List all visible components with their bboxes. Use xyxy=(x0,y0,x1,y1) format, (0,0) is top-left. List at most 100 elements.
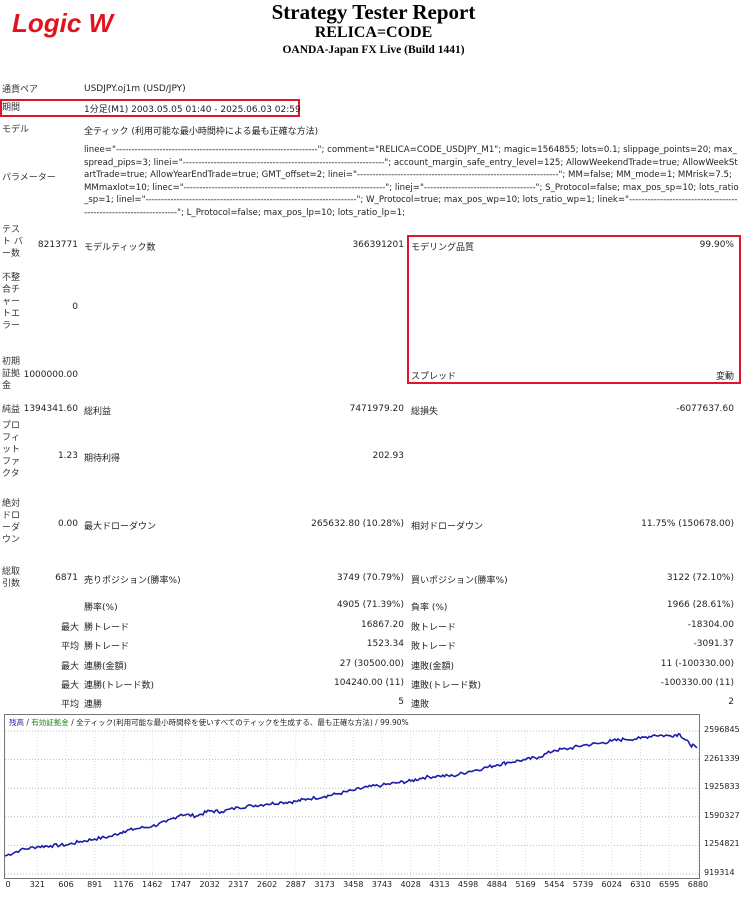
x-tick-label: 0 xyxy=(5,880,11,889)
balance-line xyxy=(5,733,698,857)
loss-rate-label: 負率 (%) xyxy=(411,603,448,613)
x-tick-label: 2887 xyxy=(285,880,306,889)
report-title: Strategy Tester Report xyxy=(271,0,476,24)
avg-cons-losses-value: 2 xyxy=(728,697,734,707)
y-tick-label: 2261339 xyxy=(704,753,740,763)
symbol-label: 通貨ペア xyxy=(2,85,39,95)
profit-factor-value: 1.23 xyxy=(57,451,78,461)
net-profit-value: 1394341.60 xyxy=(23,404,78,414)
y-tick-label: 1925833 xyxy=(704,782,740,792)
mismatch-label: 不整合チャートエラー xyxy=(2,273,21,331)
y-tick-label: 2596845 xyxy=(704,725,740,734)
x-tick-label: 2602 xyxy=(256,880,278,889)
x-tick-label: 1176 xyxy=(113,880,134,889)
avg-win-value: 1523.34 xyxy=(366,639,404,649)
loss-rate-value: 1966 (28.61%) xyxy=(666,600,734,610)
x-tick-label: 1747 xyxy=(170,880,192,889)
model-ticks-value: 366391201 xyxy=(352,240,404,250)
x-tick-label: 321 xyxy=(29,880,45,889)
x-tick-label: 4028 xyxy=(400,880,421,889)
avg-loss-label: 敗トレード xyxy=(411,642,457,652)
legend-model: 全ティック(利用可能な最小時間枠を使いすべてのティックを生成する、最も正確な方法… xyxy=(76,718,373,727)
max-cons-losses-label: 連敗(金額) xyxy=(411,662,455,672)
rel-drawdown-label: 相対ドローダウン xyxy=(411,522,484,532)
x-tick-label: 1462 xyxy=(142,880,163,889)
max-cons-losses-value: 11 (-100330.00) xyxy=(660,659,734,669)
avg-cons-losses-label: 連敗 xyxy=(411,700,430,710)
rel-drawdown-value: 11.75% (150678.00) xyxy=(641,519,734,529)
largest-win-value: 16867.20 xyxy=(361,620,404,630)
y-tick-label: 1254821 xyxy=(704,839,740,849)
chart-frame: 残高 / 有効証拠金 / 全ティック(利用可能な最小時間枠を使いすべてのティック… xyxy=(4,714,700,879)
avg-prefix: 平均 xyxy=(61,642,80,652)
legend-quality: 99.90% xyxy=(380,718,409,727)
avg-win-label: 勝トレード xyxy=(84,642,130,652)
max-cons-loss-value: -100330.00 (11) xyxy=(660,678,734,688)
gross-profit-value: 7471979.20 xyxy=(349,404,404,414)
period-value: 1分足(M1) 2003.05.05 01:40 - 2025.06.03 02… xyxy=(84,105,301,115)
model-quality-value: 99.90% xyxy=(699,240,734,250)
gross-loss-value: -6077637.60 xyxy=(676,404,734,414)
spread-label: スプレッド xyxy=(411,372,457,382)
y-tick-label: 1590327 xyxy=(704,810,740,820)
server-name: OANDA-Japan FX Live (Build 1441) xyxy=(282,44,465,56)
mismatch-value: 0 xyxy=(72,302,78,312)
max-drawdown-value: 265632.80 (10.28%) xyxy=(311,519,404,529)
x-tick-label: 2032 xyxy=(199,880,220,889)
max-cons-profit-value: 104240.00 (11) xyxy=(333,678,404,688)
x-tick-label: 3173 xyxy=(314,880,335,889)
short-positions-value: 3749 (70.79%) xyxy=(336,573,404,583)
x-tick-label: 4884 xyxy=(486,880,508,889)
x-tick-label: 4313 xyxy=(429,880,450,889)
max-cons-profit-label: 連勝(トレード数) xyxy=(84,681,155,691)
chart-legend: 残高 / 有効証拠金 / 全ティック(利用可能な最小時間枠を使いすべてのティック… xyxy=(9,718,409,727)
gross-loss-label: 総損失 xyxy=(411,407,439,417)
expected-payoff-label: 期待利得 xyxy=(84,454,121,464)
model-quality-highlight xyxy=(407,235,741,384)
model-quality-label: モデリング品質 xyxy=(411,243,475,253)
short-positions-label: 売りポジション(勝率%) xyxy=(84,576,181,586)
symbol-value: USDJPY.oj1m (USD/JPY) xyxy=(84,84,186,94)
x-tick-label: 5169 xyxy=(515,880,536,889)
model-label: モデル xyxy=(2,125,30,135)
ea-name: RELICA=CODE xyxy=(314,24,433,41)
x-tick-label: 3458 xyxy=(343,880,364,889)
expected-payoff-value: 202.93 xyxy=(372,451,405,461)
max-cons-loss-label: 連敗(トレード数) xyxy=(411,681,482,691)
long-positions-value: 3122 (72.10%) xyxy=(666,573,734,583)
x-tick-label: 5739 xyxy=(572,880,594,889)
largest-win-label: 勝トレード xyxy=(84,623,130,633)
max-prefix-2: 最大 xyxy=(61,662,80,672)
max-cons-wins-value: 27 (30500.00) xyxy=(339,659,404,669)
long-positions-label: 買いポジション(勝率%) xyxy=(411,576,508,586)
avg-prefix-2: 平均 xyxy=(61,700,80,710)
x-tick-label: 3743 xyxy=(371,880,393,889)
avg-loss-value: -3091.37 xyxy=(693,639,734,649)
avg-cons-wins-label: 連勝 xyxy=(84,700,103,710)
x-tick-label: 606 xyxy=(58,880,74,889)
deposit-value: 1000000.00 xyxy=(23,370,78,380)
test-bars-label: テスト バー数 xyxy=(2,225,23,259)
chart-plot xyxy=(5,730,699,878)
x-tick-label: 6310 xyxy=(630,880,651,889)
total-trades-label: 総取引数 xyxy=(2,567,21,589)
avg-cons-wins-value: 5 xyxy=(398,697,404,707)
max-prefix-3: 最大 xyxy=(61,681,80,691)
x-tick-label: 891 xyxy=(87,880,103,889)
max-prefix: 最大 xyxy=(61,623,80,633)
legend-balance: 残高 xyxy=(9,718,24,727)
profit-factor-label: プロフィットファクタ xyxy=(2,421,21,479)
y-tick-label: 919314 xyxy=(704,868,735,877)
max-cons-wins-label: 連勝(金額) xyxy=(84,662,128,672)
total-trades-value: 6871 xyxy=(55,573,78,583)
params-value: linee="---------------------------------… xyxy=(84,145,739,218)
gross-profit-label: 総利益 xyxy=(84,407,112,417)
x-tick-label: 5454 xyxy=(544,880,565,889)
test-bars-value: 8213771 xyxy=(37,240,78,250)
net-profit-label: 純益 xyxy=(2,405,21,415)
x-tick-label: 4598 xyxy=(457,880,479,889)
max-drawdown-label: 最大ドローダウン xyxy=(84,522,157,532)
spread-value: 変動 xyxy=(715,372,734,382)
period-label: 期間 xyxy=(2,103,21,113)
model-value: 全ティック (利用可能な最小時間枠による最も正確な方法) xyxy=(84,127,319,137)
